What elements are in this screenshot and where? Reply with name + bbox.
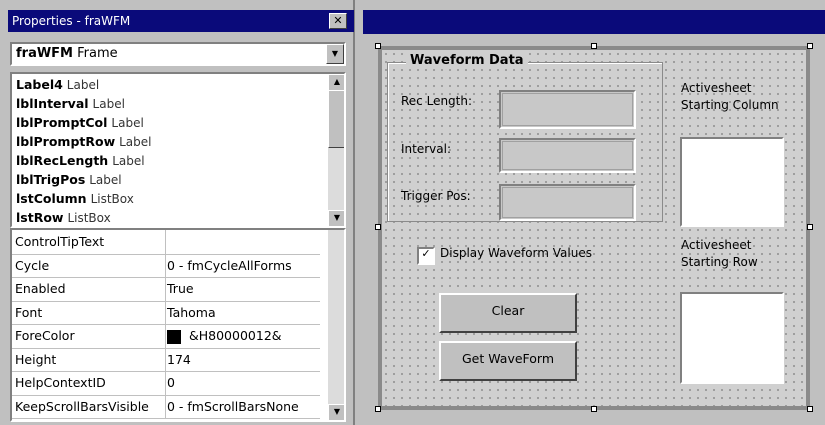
trigger-pos-field[interactable] [499,184,636,221]
get-waveform-button[interactable]: Get WaveForm [439,341,577,381]
resize-handle[interactable] [591,43,597,49]
resize-handle[interactable] [375,406,381,412]
clear-button[interactable]: Clear [439,293,577,333]
table-row[interactable]: Height 174 [12,347,320,372]
list-item[interactable]: lblTrigPos Label [16,171,122,189]
table-row[interactable]: ForeColor &H80000012& [12,324,320,349]
table-row[interactable]: Enabled True [12,277,320,302]
chevron-down-icon[interactable]: ▼ [326,44,344,64]
list-item[interactable]: Label4 Label [16,76,99,94]
starting-row-listbox[interactable] [680,292,784,384]
interval-field[interactable] [499,138,636,173]
rec-length-label[interactable]: Rec Length: [401,94,472,108]
trigger-pos-label[interactable]: Trigger Pos: [401,189,471,203]
scroll-down-icon[interactable]: ▼ [328,404,344,420]
list-item[interactable]: lblInterval Label [16,95,125,113]
list-item[interactable]: lstColumn ListBox [16,190,134,208]
table-row[interactable]: ControlTipText [12,230,320,255]
scroll-down-icon[interactable]: ▼ [328,210,344,226]
list-item[interactable]: lblRecLength Label [16,152,145,170]
object-name: fraWFM [16,46,73,61]
interval-label[interactable]: Interval: [401,142,451,156]
display-waveform-checkbox[interactable]: ✓ [417,247,435,265]
object-type: Frame [77,46,118,61]
control-list-scrollbar[interactable]: ▲ ▼ [328,74,344,226]
resize-handle[interactable] [375,224,381,230]
property-grid-scrollbar[interactable]: ▼ [328,230,344,420]
table-row[interactable]: HelpContextID 0 [12,371,320,396]
display-waveform-label[interactable]: Display Waveform Values [440,246,592,260]
object-selector[interactable]: fraWFM Frame [10,42,346,66]
property-grid: ControlTipText Cycle 0 - fmCycleAllForms… [10,228,346,422]
properties-title-bar[interactable]: Properties - fraWFM [8,10,354,32]
group-title: Waveform Data [406,53,528,68]
close-icon[interactable]: ✕ [329,13,347,29]
control-list[interactable]: Label4 Label lblInterval Label lblPrompt… [10,72,346,228]
table-row[interactable]: Cycle 0 - fmCycleAllForms [12,253,320,278]
list-item[interactable]: lblPromptCol Label [16,114,144,132]
table-row[interactable]: Font Tahoma [12,300,320,325]
resize-handle[interactable] [807,43,813,49]
resize-handle[interactable] [807,406,813,412]
list-item[interactable]: lstRow ListBox [16,209,111,226]
scrollbar-thumb[interactable] [328,90,344,148]
resize-handle[interactable] [807,224,813,230]
userform-title-bar [363,10,825,34]
resize-handle[interactable] [591,406,597,412]
starting-column-listbox[interactable] [680,137,784,227]
list-item[interactable]: lblPromptRow Label [16,133,152,151]
rec-length-field[interactable] [499,90,636,129]
resize-handle[interactable] [375,43,381,49]
forecolor-swatch [167,329,181,344]
starting-row-label[interactable]: Activesheet Starting Row [681,237,791,271]
starting-column-label[interactable]: Activesheet Starting Column [681,80,801,114]
table-row[interactable]: KeepScrollBarsVisible 0 - fmScrollBarsNo… [12,394,320,419]
